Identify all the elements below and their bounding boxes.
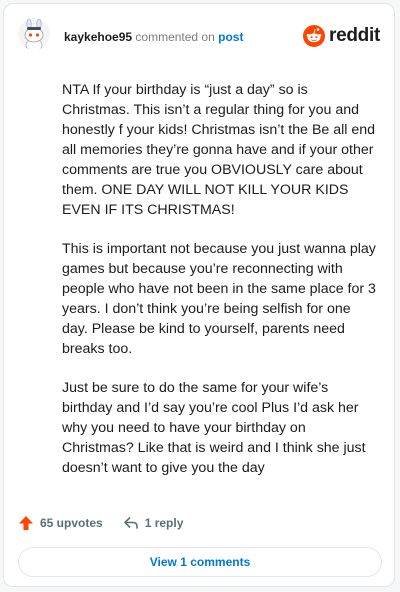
comment-paragraph: Just be sure to do the same for your wif… xyxy=(62,380,366,476)
comment-paragraph: NTA If your birthday is “just a day” so … xyxy=(62,82,376,218)
byline-action-text: commented on xyxy=(135,30,215,44)
reply-button[interactable]: 1 reply xyxy=(123,515,184,531)
post-link[interactable]: post xyxy=(218,30,243,44)
comment-body: NTA If your birthday is “just a day” so … xyxy=(62,80,378,497)
username-link[interactable]: kaykehoe95 xyxy=(64,30,132,44)
reddit-wordmark: reddit xyxy=(329,25,380,46)
upvote-arrow-icon xyxy=(19,516,33,530)
comment-byline: kaykehoe95 commented on post xyxy=(64,30,243,44)
comment-card: kaykehoe95 commented on post reddit NTA … xyxy=(3,3,395,587)
comment-header: kaykehoe95 commented on post reddit xyxy=(18,18,380,54)
upvote-count: 65 upvotes xyxy=(40,516,103,530)
reddit-logo-icon xyxy=(303,25,326,47)
reply-arrow-icon xyxy=(123,517,138,529)
user-avatar-icon[interactable] xyxy=(18,18,50,50)
reply-count: 1 reply xyxy=(144,516,184,530)
view-comments-button[interactable]: View 1 comments xyxy=(18,547,382,577)
comment-footer: 65 upvotes 1 reply xyxy=(18,512,183,534)
comment-paragraph: This is important not because you just w… xyxy=(62,241,376,357)
upvote-button[interactable]: 65 upvotes xyxy=(18,515,103,531)
reddit-logo[interactable]: reddit xyxy=(303,23,380,49)
page: kaykehoe95 commented on post reddit NTA … xyxy=(0,0,400,592)
